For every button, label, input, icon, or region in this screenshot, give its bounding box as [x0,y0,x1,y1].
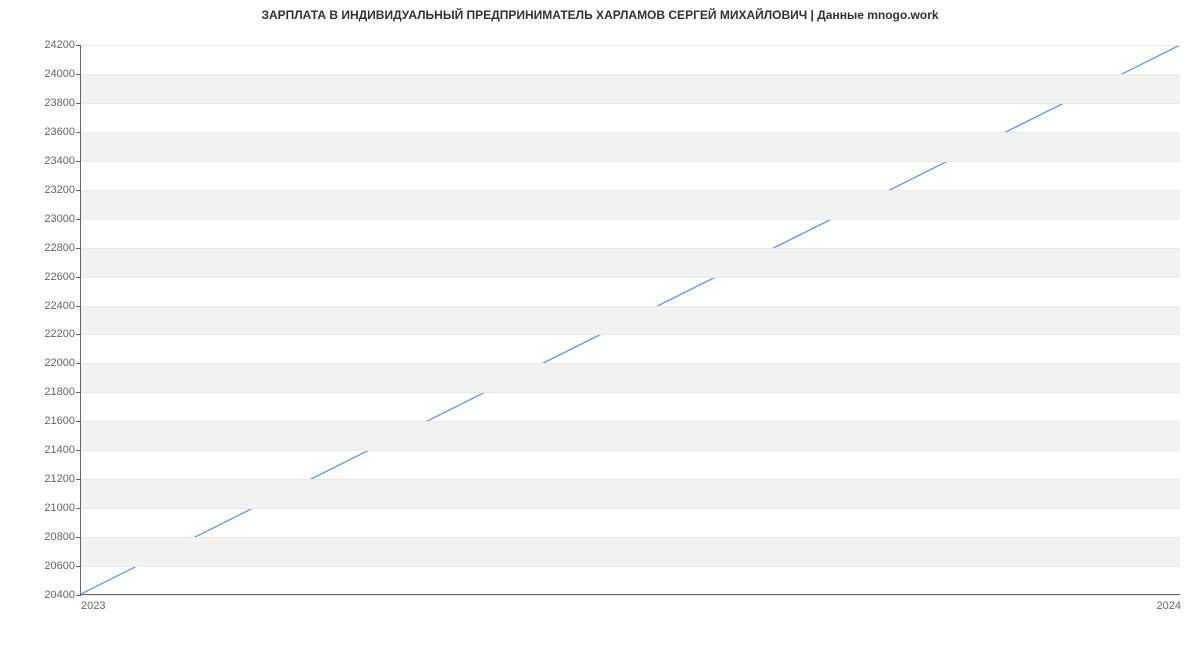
y-tick-label: 22600 [44,271,75,283]
y-tick-label: 20600 [44,560,75,572]
y-tick-label: 21200 [44,473,75,485]
x-tick-label: 2023 [81,600,105,612]
y-tick-mark [76,421,81,422]
grid-line [81,190,1180,191]
y-tick-label: 23600 [44,126,75,138]
grid-line [81,277,1180,278]
y-tick-label: 24200 [44,39,75,51]
y-tick-label: 20800 [44,531,75,543]
y-tick-label: 21400 [44,444,75,456]
y-tick-mark [76,45,81,46]
y-tick-mark [76,392,81,393]
y-tick-label: 22800 [44,242,75,254]
y-tick-mark [76,334,81,335]
chart-title: ЗАРПЛАТА В ИНДИВИДУАЛЬНЫЙ ПРЕДПРИНИМАТЕЛ… [0,8,1200,22]
grid-line [81,306,1180,307]
grid-line [81,595,1180,596]
y-tick-label: 22400 [44,300,75,312]
y-tick-label: 23000 [44,213,75,225]
grid-band [81,132,1180,161]
grid-line [81,219,1180,220]
y-tick-mark [76,508,81,509]
grid-band [81,248,1180,277]
y-tick-mark [76,363,81,364]
grid-band [81,537,1180,566]
grid-line [81,74,1180,75]
grid-line [81,363,1180,364]
grid-line [81,161,1180,162]
grid-line [81,45,1180,46]
y-tick-mark [76,161,81,162]
grid-band [81,74,1180,103]
y-tick-mark [76,248,81,249]
grid-line [81,103,1180,104]
grid-line [81,508,1180,509]
y-tick-mark [76,595,81,596]
y-tick-label: 23200 [44,184,75,196]
y-tick-mark [76,450,81,451]
y-tick-label: 23800 [44,97,75,109]
y-tick-label: 22200 [44,328,75,340]
y-tick-label: 20400 [44,589,75,601]
y-tick-label: 24000 [44,68,75,80]
grid-band [81,190,1180,219]
grid-band [81,421,1180,450]
y-tick-mark [76,479,81,480]
grid-line [81,132,1180,133]
y-tick-label: 21800 [44,386,75,398]
y-tick-mark [76,306,81,307]
grid-band [81,306,1180,335]
y-tick-mark [76,277,81,278]
grid-line [81,479,1180,480]
y-tick-mark [76,219,81,220]
y-tick-mark [76,132,81,133]
y-tick-mark [76,566,81,567]
grid-line [81,566,1180,567]
y-tick-label: 22000 [44,357,75,369]
grid-line [81,421,1180,422]
y-tick-label: 21000 [44,502,75,514]
x-tick-label: 2024 [1157,600,1181,612]
y-tick-mark [76,537,81,538]
grid-line [81,537,1180,538]
grid-band [81,363,1180,392]
y-tick-label: 23400 [44,155,75,167]
y-tick-label: 21600 [44,415,75,427]
y-tick-mark [76,190,81,191]
grid-line [81,248,1180,249]
plot-area: 2040020600208002100021200214002160021800… [80,45,1180,595]
y-tick-mark [76,74,81,75]
grid-line [81,334,1180,335]
chart-container: ЗАРПЛАТА В ИНДИВИДУАЛЬНЫЙ ПРЕДПРИНИМАТЕЛ… [0,0,1200,620]
grid-band [81,479,1180,508]
grid-line [81,450,1180,451]
grid-line [81,392,1180,393]
y-tick-mark [76,103,81,104]
